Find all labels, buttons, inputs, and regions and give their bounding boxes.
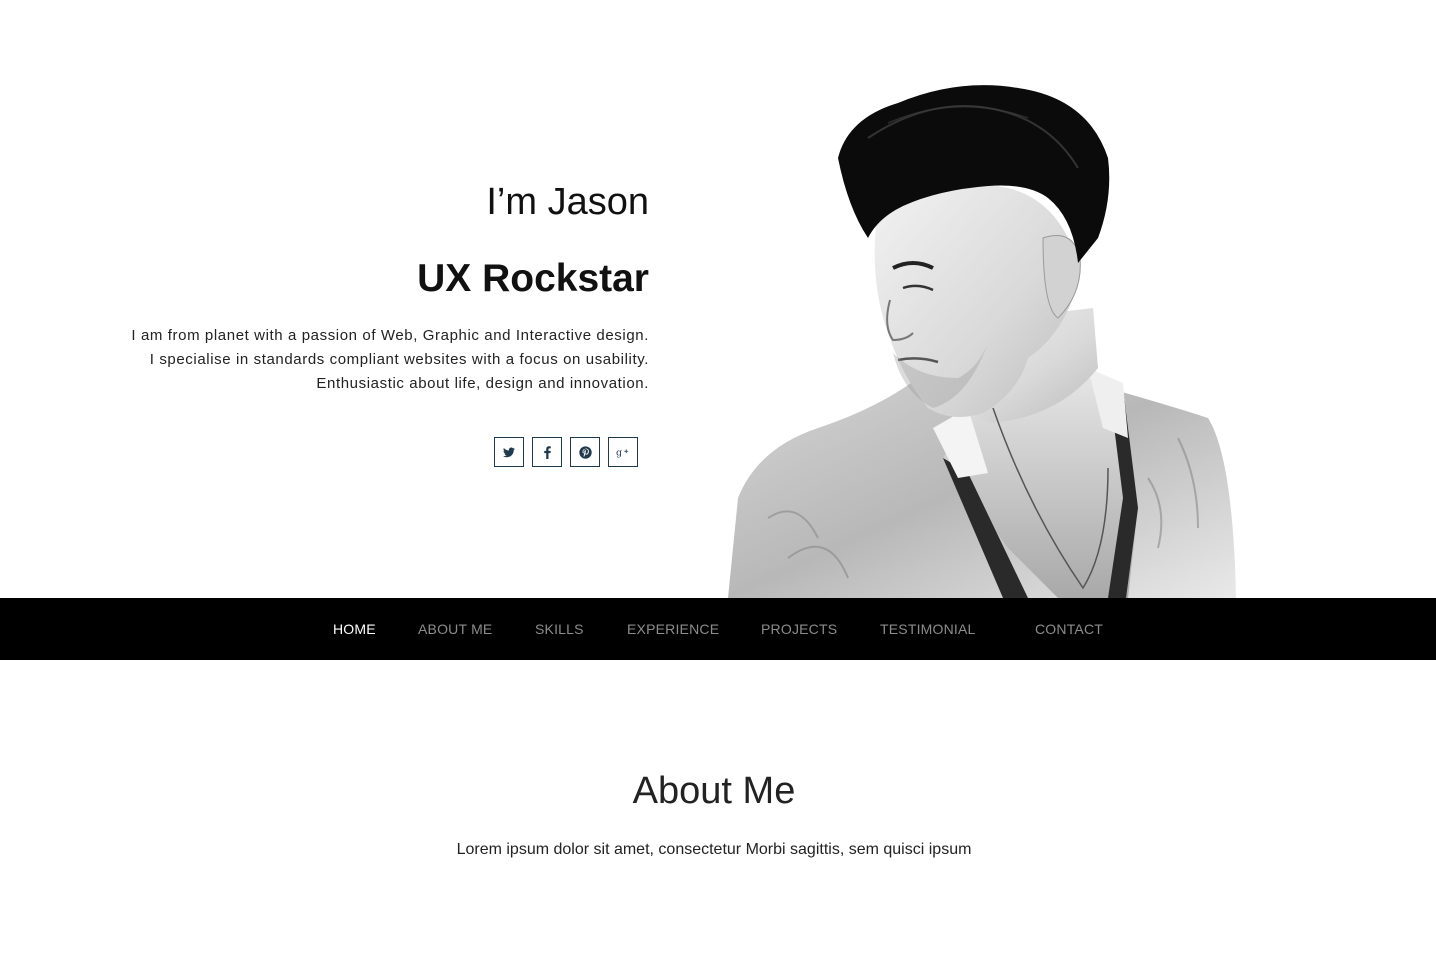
nav-projects[interactable]: PROJECTS — [761, 598, 837, 660]
facebook-button[interactable] — [532, 437, 562, 467]
about-title: About Me — [632, 770, 796, 812]
pinterest-icon — [578, 445, 592, 459]
hero-section: I’m Jason UX Rockstar I am from planet w… — [0, 0, 1436, 598]
social-links: g — [494, 437, 638, 467]
nav-skills[interactable]: SKILLS — [535, 598, 584, 660]
facebook-icon — [543, 445, 551, 459]
svg-text:g: g — [616, 447, 622, 458]
portrait-image — [728, 85, 1236, 598]
pinterest-button[interactable] — [570, 437, 600, 467]
nav-home[interactable]: HOME — [333, 598, 376, 660]
twitter-icon — [503, 447, 515, 457]
google-plus-icon: g — [616, 447, 629, 458]
google-plus-button[interactable]: g — [608, 437, 638, 467]
about-section: About Me Lorem ipsum dolor sit amet, con… — [0, 660, 1436, 957]
about-text: Lorem ipsum dolor sit amet, consectetur … — [456, 841, 972, 858]
hero-role: UX Rockstar — [417, 256, 649, 300]
hero-greeting: I’m Jason — [486, 181, 649, 223]
hero-text: I’m Jason UX Rockstar I am from planet w… — [129, 180, 649, 396]
nav-about-me[interactable]: ABOUT ME — [418, 598, 492, 660]
main-navbar: HOME ABOUT ME SKILLS EXPERIENCE PROJECTS… — [0, 598, 1436, 660]
nav-testimonial[interactable]: TESTIMONIAL — [880, 598, 976, 660]
hero-intro: I am from planet with a passion of Web, … — [131, 327, 649, 393]
nav-experience[interactable]: EXPERIENCE — [627, 598, 719, 660]
nav-contact[interactable]: CONTACT — [1035, 598, 1103, 660]
twitter-button[interactable] — [494, 437, 524, 467]
